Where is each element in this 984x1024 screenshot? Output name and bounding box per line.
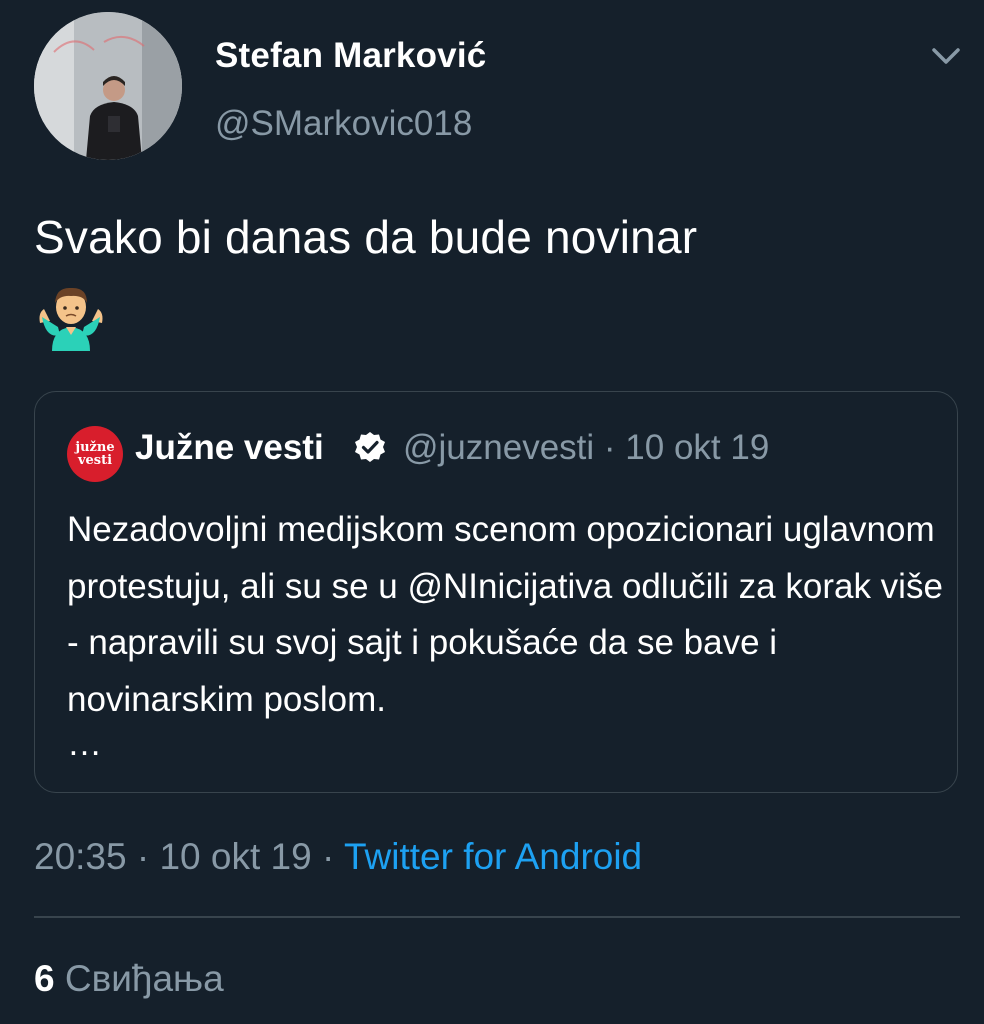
man-shrugging-emoji [36,283,106,351]
quoted-tweet-card[interactable]: južne vesti Južne vesti @juznevesti · 10… [34,391,958,793]
quoted-author-avatar[interactable]: južne vesti [67,426,123,482]
quoted-ellipsis: … [67,724,102,763]
author-avatar[interactable] [34,12,182,160]
logo-text-line2: vesti [77,453,113,468]
likes-stat[interactable]: 6 Свиђања [34,958,224,1000]
tweet-text: Svako bi danas da bude novinar [34,211,698,263]
divider [34,916,960,918]
quoted-author-name[interactable]: Južne vesti [135,428,324,468]
tweet-source-link[interactable]: Twitter for Android [344,836,642,877]
meta-separator: · [322,836,335,877]
tweet-meta: 20:35 · 10 okt 19 · Twitter for Android [34,836,642,878]
chevron-down-icon[interactable] [926,38,966,74]
tweet-time: 20:35 [34,836,127,877]
likes-count: 6 [34,958,55,999]
author-display-name[interactable]: Stefan Marković [215,36,486,76]
likes-label: Свиђања [64,958,224,999]
verified-badge-icon [353,430,387,464]
tweet-date: 10 okt 19 [159,836,312,877]
quoted-tweet-text: Nezadovoljni medijskom scenom opoziciona… [67,510,943,719]
quoted-author-handle[interactable]: @juznevesti [403,428,594,467]
quoted-date[interactable]: 10 okt 19 [625,428,769,467]
meta-separator: · [136,836,150,877]
meta-separator: · [603,428,616,467]
quoted-meta: @juznevesti · 10 okt 19 [403,428,769,468]
author-handle[interactable]: @SMarkovic018 [215,104,472,144]
